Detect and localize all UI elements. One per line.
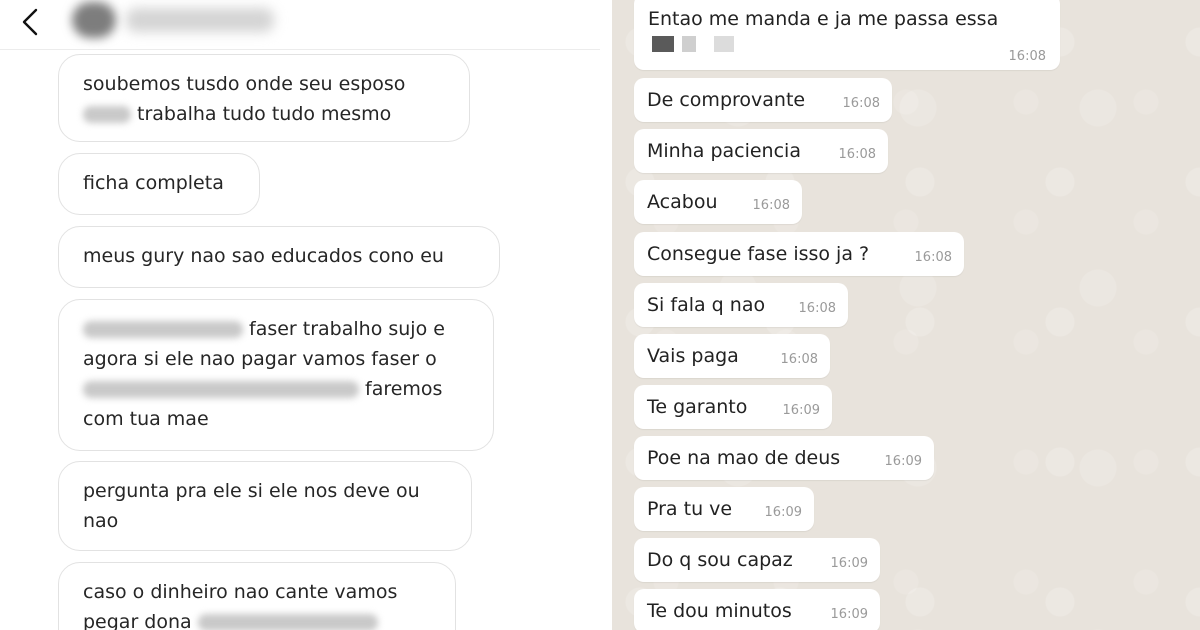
redacted-block: [714, 36, 734, 52]
message-bubble: Poe na mao de deus 16:09: [634, 436, 934, 480]
message-text: Do q sou capaz: [647, 549, 793, 571]
message-timestamp: 16:08: [914, 250, 952, 265]
instagram-chat-panel: soubemos tusdo onde seu esposo trabalha …: [0, 0, 600, 630]
message-timestamp: 16:09: [764, 505, 802, 520]
message-timestamp: 16:08: [752, 198, 790, 213]
message-timestamp: 16:09: [782, 403, 820, 418]
message-bubble: pergunta pra ele si ele nos deve ou nao: [58, 461, 472, 551]
message-text: Acabou: [647, 191, 718, 213]
message-text: meus gury nao sao educados cono eu: [83, 245, 444, 267]
message-timestamp: 16:08: [842, 96, 880, 111]
message-text: agora si ele nao pagar vamos faser o: [83, 348, 437, 370]
message-timestamp: 16:08: [780, 352, 818, 367]
message-text: Poe na mao de deus: [647, 447, 841, 469]
message-bubble: ficha completa: [58, 153, 260, 215]
message-text: De comprovante: [647, 89, 806, 111]
message-text: Entao me manda e ja me passa essa: [648, 8, 999, 30]
message-bubble: soubemos tusdo onde seu esposo trabalha …: [58, 54, 470, 142]
redacted-block: [682, 36, 696, 52]
message-bubble: faser trabalho sujo e agora si ele nao p…: [58, 299, 494, 451]
message-bubble: Acabou 16:08: [634, 180, 802, 224]
message-bubble: Si fala q nao 16:08: [634, 283, 848, 327]
message-text: Si fala q nao: [647, 294, 766, 316]
message-bubble: Vais paga 16:08: [634, 334, 830, 378]
message-bubble: Do q sou capaz 16:09: [634, 538, 880, 582]
message-text: pergunta pra ele si ele nos deve ou: [83, 480, 420, 502]
message-timestamp: 16:08: [838, 147, 876, 162]
message-bubble: De comprovante 16:08: [634, 78, 892, 122]
message-text: Vais paga: [647, 345, 739, 367]
message-timestamp: 16:09: [830, 607, 868, 622]
message-text: faremos: [365, 378, 443, 400]
message-timestamp: 16:09: [830, 556, 868, 571]
message-text: Minha paciencia: [647, 140, 801, 162]
panel-divider: [600, 0, 612, 630]
message-text: Te dou minutos: [647, 600, 792, 622]
back-arrow-icon[interactable]: [16, 4, 46, 40]
redacted-text: [83, 321, 243, 338]
message-text: soubemos tusdo onde seu esposo: [83, 73, 406, 95]
message-timestamp: 16:09: [884, 454, 922, 469]
message-text: Te garanto: [647, 396, 748, 418]
message-text: trabalha tudo tudo mesmo: [137, 103, 392, 125]
message-bubble: Consegue fase isso ja ? 16:08: [634, 232, 964, 276]
redacted-text: [83, 381, 359, 398]
message-timestamp: 16:08: [798, 301, 836, 316]
message-bubble: Te dou minutos 16:09: [634, 589, 880, 630]
message-timestamp: 16:08: [1008, 49, 1046, 64]
message-text: pegar dona: [83, 611, 192, 630]
message-bubble: meus gury nao sao educados cono eu: [58, 226, 500, 288]
contact-name-blurred[interactable]: [126, 8, 274, 32]
message-bubble: Pra tu ve 16:09: [634, 487, 814, 531]
redacted-text: [83, 106, 131, 123]
message-bubble: Entao me manda e ja me passa essa 16:08: [634, 0, 1060, 70]
message-bubble: caso o dinheiro nao cante vamos pegar do…: [58, 562, 456, 630]
message-text: ficha completa: [83, 172, 224, 194]
message-text: nao: [83, 510, 119, 532]
redacted-text: [197, 614, 378, 630]
contact-avatar-blurred[interactable]: [72, 2, 116, 38]
message-text: faser trabalho sujo e: [249, 318, 445, 340]
message-bubble: Minha paciencia 16:08: [634, 129, 888, 173]
whatsapp-chat-panel: Entao me manda e ja me passa essa 16:08 …: [612, 0, 1200, 630]
message-text: Consegue fase isso ja ?: [647, 243, 870, 265]
message-text: Pra tu ve: [647, 498, 733, 520]
chat-header: [0, 0, 600, 50]
message-text: com tua mae: [83, 408, 209, 430]
message-bubble: Te garanto 16:09: [634, 385, 832, 429]
redacted-block: [652, 36, 674, 52]
message-text: caso o dinheiro nao cante vamos: [83, 581, 398, 603]
